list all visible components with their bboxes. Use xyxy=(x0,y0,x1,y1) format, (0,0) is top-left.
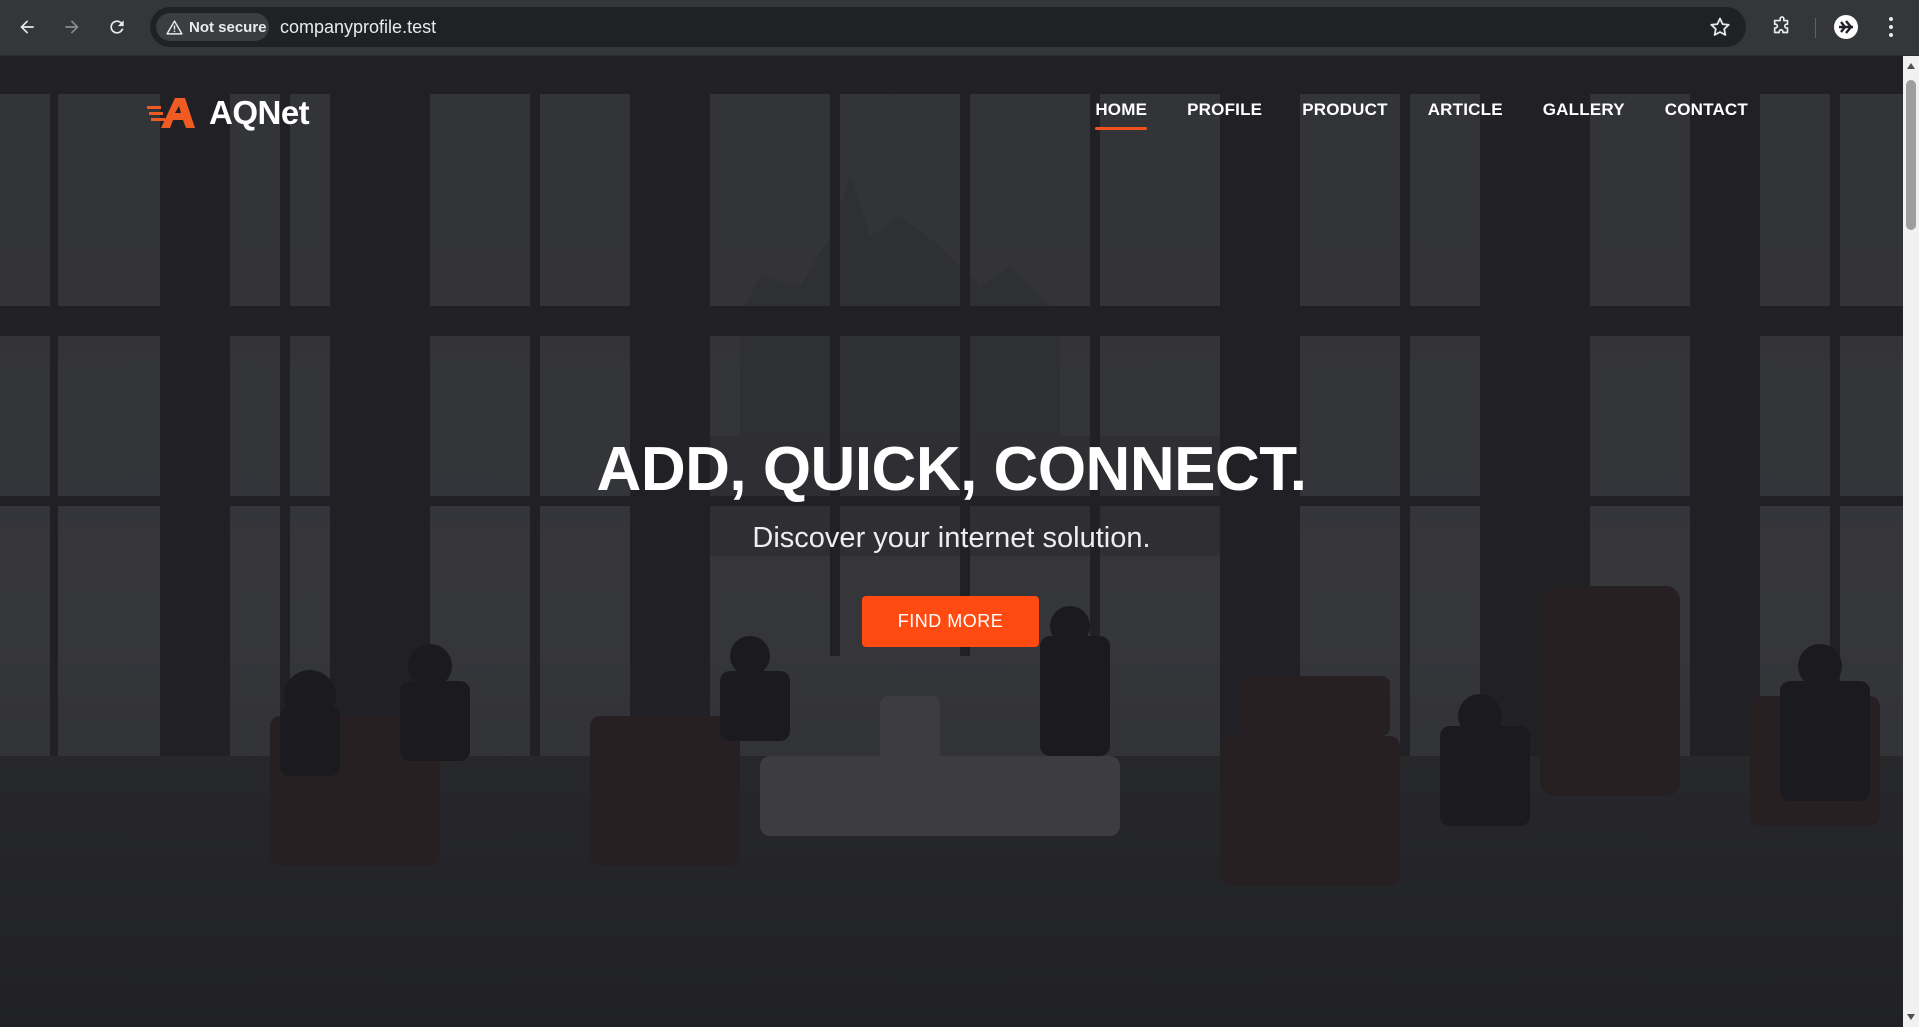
page-viewport: AQNet HOME PROFILE PRODUCT ARTICLE GALLE… xyxy=(0,56,1903,1027)
browser-toolbar: Not secure companyprofile.test xyxy=(0,0,1919,56)
nav-article[interactable]: ARTICLE xyxy=(1428,100,1503,130)
avatar-icon xyxy=(1834,15,1858,39)
security-indicator[interactable]: Not secure xyxy=(156,13,269,41)
address-bar[interactable]: Not secure companyprofile.test xyxy=(150,7,1746,47)
nav-profile[interactable]: PROFILE xyxy=(1187,100,1262,130)
reload-icon xyxy=(110,20,124,34)
nav-product[interactable]: PRODUCT xyxy=(1302,100,1387,130)
brand-name: AQNet xyxy=(209,94,310,131)
kebab-menu-icon xyxy=(1889,17,1893,37)
scroll-up-arrow-icon[interactable] xyxy=(1907,63,1915,69)
site-logo[interactable]: AQNet xyxy=(147,93,310,133)
extensions-button[interactable] xyxy=(1766,11,1798,43)
warning-triangle-icon xyxy=(166,19,183,35)
nav-home[interactable]: HOME xyxy=(1095,100,1147,130)
nav-gallery[interactable]: GALLERY xyxy=(1543,100,1625,130)
site-navbar: AQNet HOME PROFILE PRODUCT ARTICLE GALLE… xyxy=(0,56,1903,166)
forward-arrow-icon xyxy=(65,20,79,34)
profile-button[interactable] xyxy=(1830,11,1862,43)
nav-contact[interactable]: CONTACT xyxy=(1665,100,1748,130)
puzzle-icon xyxy=(1773,16,1789,34)
security-label: Not secure xyxy=(189,18,267,36)
toolbar-divider xyxy=(1815,18,1816,38)
main-menu: HOME PROFILE PRODUCT ARTICLE GALLERY CON… xyxy=(1095,100,1748,130)
star-icon[interactable] xyxy=(1708,15,1732,39)
scroll-thumb[interactable] xyxy=(1906,80,1916,230)
forward-button[interactable] xyxy=(56,11,88,43)
page-scrollbar[interactable] xyxy=(1903,56,1919,1027)
hero-title: ADD, QUICK, CONNECT. xyxy=(596,435,1307,504)
logo-mark-icon xyxy=(147,98,195,128)
hero-subtitle: Discover your internet solution. xyxy=(752,522,1151,554)
back-button[interactable] xyxy=(11,11,43,43)
browser-menu-button[interactable] xyxy=(1875,11,1907,43)
back-arrow-icon xyxy=(20,20,34,34)
reload-button[interactable] xyxy=(101,11,133,43)
url-text[interactable]: companyprofile.test xyxy=(280,17,436,38)
find-more-button[interactable]: FIND MORE xyxy=(862,596,1039,647)
scroll-down-arrow-icon[interactable] xyxy=(1907,1014,1915,1020)
